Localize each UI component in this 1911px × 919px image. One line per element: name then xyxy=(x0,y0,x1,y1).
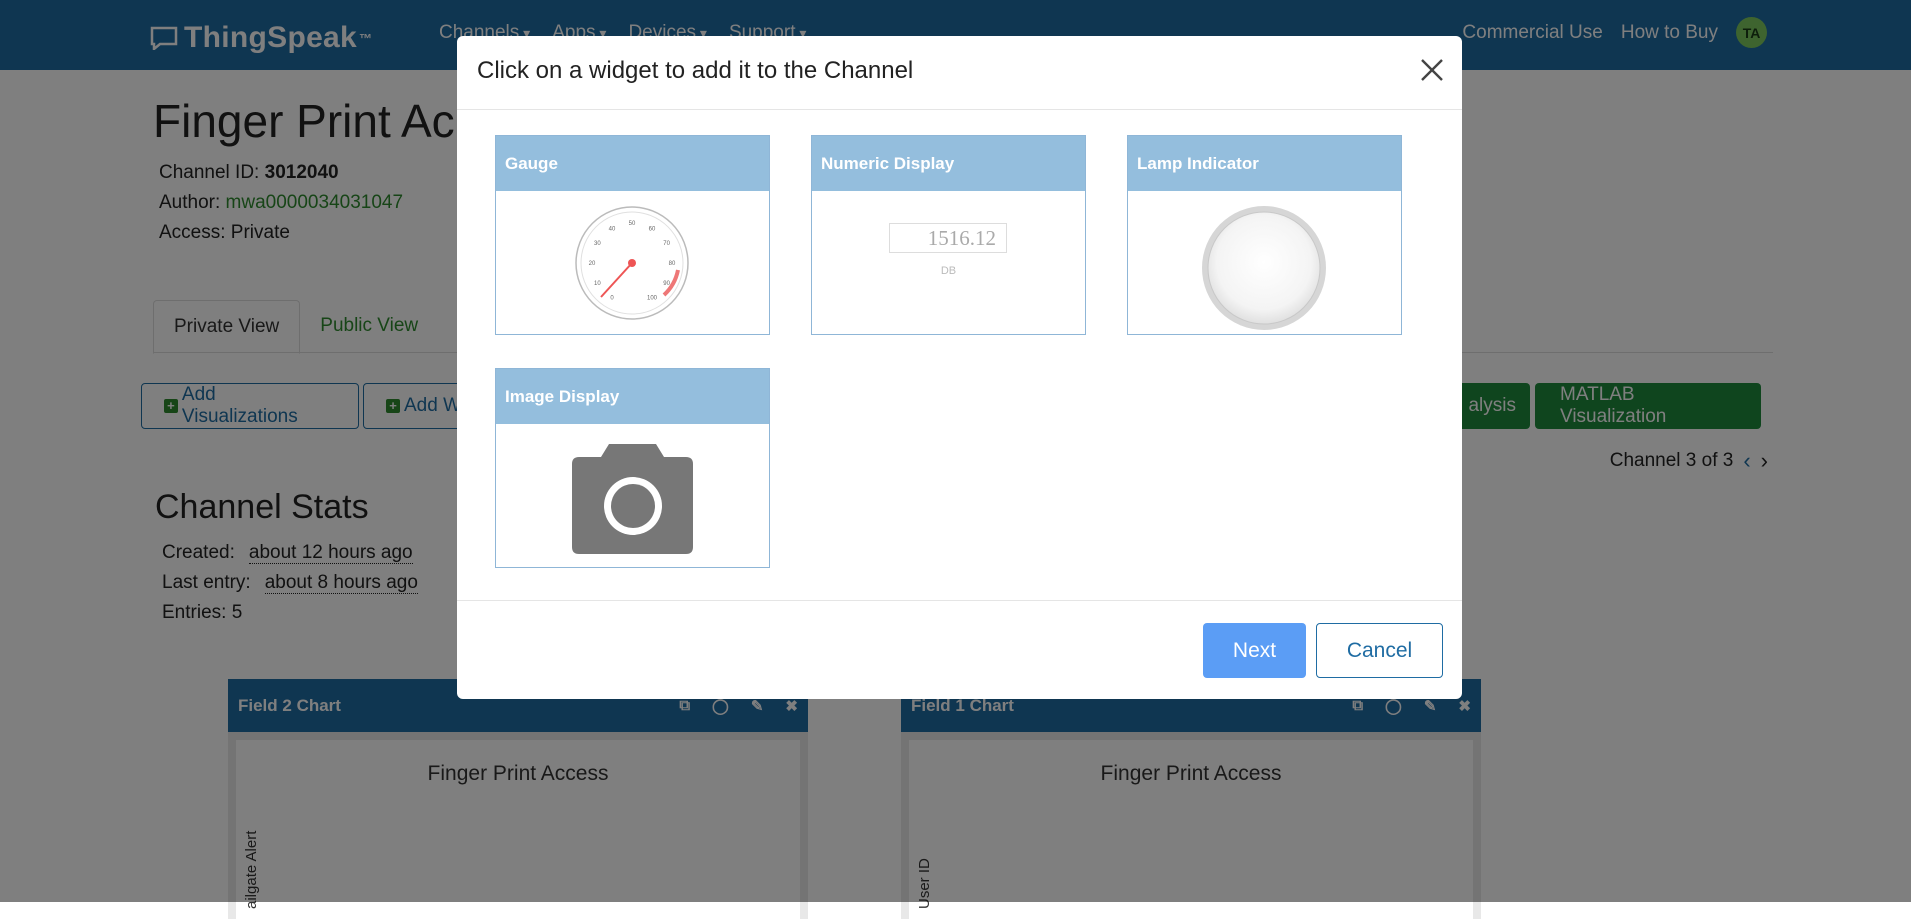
gauge-tick-label: 40 xyxy=(609,226,616,232)
cancel-button[interactable]: Cancel xyxy=(1316,623,1443,678)
image-display-widget-option[interactable]: Image Display xyxy=(495,368,770,568)
widget-title: Numeric Display xyxy=(812,136,1085,191)
numeric-value: 1516.12 xyxy=(889,223,1007,253)
gauge-tick-label: 80 xyxy=(669,261,676,267)
camera-icon xyxy=(572,444,693,554)
image-display-preview xyxy=(496,424,769,567)
modal-header: Click on a widget to add it to the Chann… xyxy=(457,36,1462,110)
widget-title: Gauge xyxy=(496,136,769,191)
numeric-display-preview: 1516.12 DB xyxy=(812,191,1085,334)
widget-title: Lamp Indicator xyxy=(1128,136,1401,191)
gauge-widget-option[interactable]: Gauge 0 10 20 30 40 50 60 70 80 90 100 xyxy=(495,135,770,335)
gauge-tick-label: 50 xyxy=(629,221,636,227)
numeric-unit: DB xyxy=(940,265,957,277)
gauge-tick-label: 30 xyxy=(594,241,601,247)
add-widget-modal: Click on a widget to add it to the Chann… xyxy=(457,36,1462,699)
gauge-tick-label: 20 xyxy=(589,261,596,267)
modal-footer xyxy=(457,600,1462,700)
numeric-display-widget-option[interactable]: Numeric Display 1516.12 DB xyxy=(811,135,1086,335)
gauge-tick-label: 70 xyxy=(663,241,670,247)
widget-title: Image Display xyxy=(496,369,769,424)
lamp-indicator-widget-option[interactable]: Lamp Indicator xyxy=(1127,135,1402,335)
lamp-preview xyxy=(1128,191,1401,334)
next-button[interactable]: Next xyxy=(1203,623,1306,678)
modal-title: Click on a widget to add it to the Chann… xyxy=(477,57,914,84)
gauge-tick-label: 10 xyxy=(594,281,601,287)
gauge-tick-label: 90 xyxy=(663,281,670,287)
gauge-icon: 0102030405060708090100 xyxy=(575,206,689,320)
gauge-tick-label: 60 xyxy=(649,226,656,232)
lamp-icon xyxy=(1202,206,1326,330)
gauge-tick-label: 100 xyxy=(647,296,658,302)
close-icon[interactable] xyxy=(1416,54,1448,86)
gauge-preview: 0 10 20 30 40 50 60 70 80 90 100 xyxy=(496,191,769,334)
